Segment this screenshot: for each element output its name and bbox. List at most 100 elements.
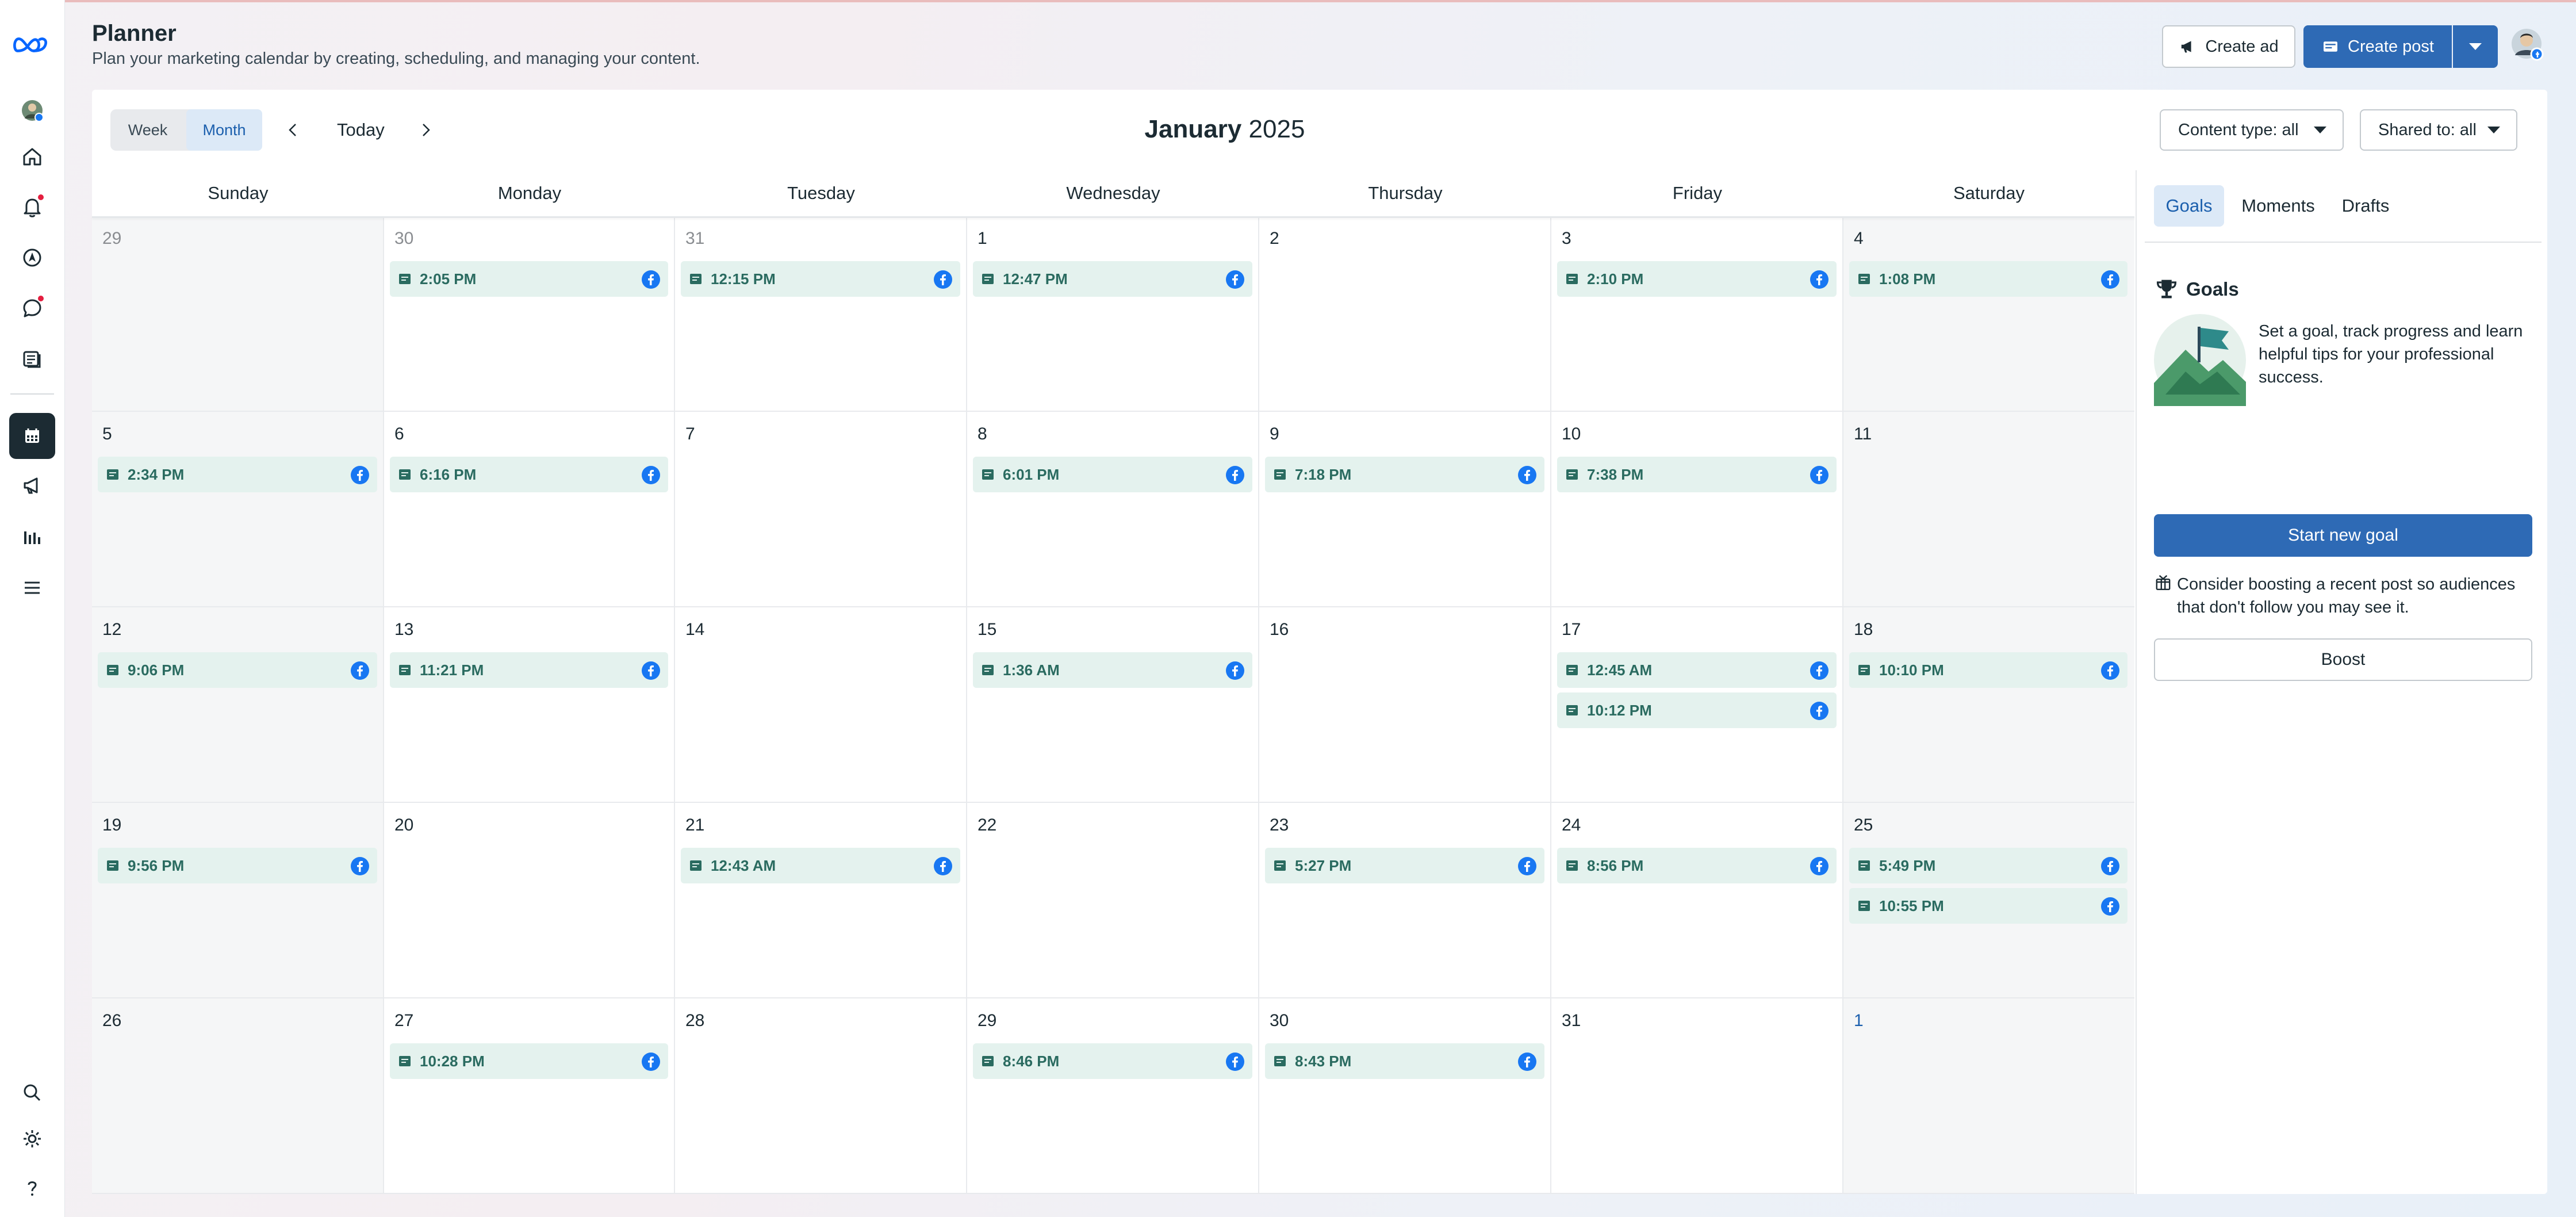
home-icon[interactable] [16, 140, 48, 173]
scheduled-post[interactable]: 5:49 PM [1849, 848, 2128, 883]
calendar-day-cell[interactable]: 31 [1551, 998, 1843, 1194]
posts-icon[interactable] [16, 343, 48, 375]
calendar-day-cell[interactable]: 23 5:27 PM [1259, 803, 1551, 998]
calendar-day-cell[interactable]: 5 2:34 PM [92, 412, 384, 607]
profile-avatar[interactable] [16, 94, 48, 127]
day-number: 16 [1270, 620, 1289, 639]
scheduled-post[interactable]: 10:10 PM [1849, 652, 2128, 688]
calendar-day-cell[interactable]: 22 [967, 803, 1259, 998]
calendar-day-cell[interactable]: 15 1:36 AM [967, 607, 1259, 803]
calendar-day-cell[interactable]: 6 6:16 PM [384, 412, 675, 607]
create-ad-button[interactable]: Create ad [2162, 25, 2295, 68]
tab-goals[interactable]: Goals [2154, 185, 2224, 227]
calendar-day-cell[interactable]: 29 8:46 PM [967, 998, 1259, 1194]
scheduled-post[interactable]: 8:43 PM [1265, 1043, 1544, 1079]
scheduled-post[interactable]: 6:01 PM [973, 457, 1252, 492]
next-month-button[interactable] [411, 115, 440, 145]
scheduled-post[interactable]: 7:38 PM [1557, 457, 1837, 492]
calendar-day-cell[interactable]: 26 [92, 998, 384, 1194]
scheduled-post[interactable]: 10:28 PM [390, 1043, 668, 1079]
calendar-day-cell[interactable]: 12 9:06 PM [92, 607, 384, 803]
help-icon[interactable] [16, 1172, 48, 1204]
post-icon [107, 469, 118, 480]
calendar-day-cell[interactable]: 21 12:43 AM [675, 803, 967, 998]
calendar-day-cell[interactable]: 16 [1259, 607, 1551, 803]
insights-icon[interactable] [16, 521, 48, 553]
start-new-goal-button[interactable]: Start new goal [2154, 514, 2532, 557]
calendar-day-cell[interactable]: 11 [1843, 412, 2134, 607]
calendar-day-cell[interactable]: 7 [675, 412, 967, 607]
calendar-day-cell[interactable]: 14 [675, 607, 967, 803]
facebook-icon [934, 270, 952, 289]
day-number: 17 [1562, 620, 1581, 639]
calendar-day-cell[interactable]: 20 [384, 803, 675, 998]
calendar-day-cell[interactable]: 13 11:21 PM [384, 607, 675, 803]
calendar-day-cell[interactable]: 10 7:38 PM [1551, 412, 1843, 607]
scheduled-post[interactable]: 7:18 PM [1265, 457, 1544, 492]
meta-logo-icon[interactable] [10, 28, 54, 62]
month-view-button[interactable]: Month [186, 109, 262, 151]
scheduled-post[interactable]: 8:46 PM [973, 1043, 1252, 1079]
calendar-day-cell[interactable]: 2 [1259, 216, 1551, 412]
shared-to-dropdown[interactable]: Shared to: all [2360, 109, 2517, 151]
calendar-day-cell[interactable]: 17 12:45 AM 10:12 PM [1551, 607, 1843, 803]
calendar-day-cell[interactable]: 19 9:56 PM [92, 803, 384, 998]
calendar-day-cell[interactable]: 9 7:18 PM [1259, 412, 1551, 607]
create-post-button[interactable]: Create post [2303, 25, 2452, 68]
scheduled-post[interactable]: 9:56 PM [98, 848, 377, 883]
boost-button[interactable]: Boost [2154, 638, 2532, 681]
previous-month-button[interactable] [278, 115, 308, 145]
calendar-icon[interactable] [9, 413, 55, 459]
calendar-day-cell[interactable]: 31 12:15 PM [675, 216, 967, 412]
scheduled-post[interactable]: 11:21 PM [390, 652, 668, 688]
calendar-day-cell[interactable]: 3 2:10 PM [1551, 216, 1843, 412]
calendar-day-cell[interactable]: 27 10:28 PM [384, 998, 675, 1194]
scheduled-post[interactable]: 1:08 PM [1849, 261, 2128, 297]
bell-icon[interactable] [16, 191, 48, 223]
calendar-day-cell[interactable]: 25 5:49 PM 10:55 PM [1843, 803, 2134, 998]
calendar-day-cell[interactable]: 29 [92, 216, 384, 412]
scheduled-post[interactable]: 2:34 PM [98, 457, 377, 492]
content-type-dropdown[interactable]: Content type: all [2160, 109, 2344, 151]
scheduled-post[interactable]: 6:16 PM [390, 457, 668, 492]
create-post-dropdown-button[interactable] [2453, 25, 2498, 68]
menu-icon[interactable] [16, 572, 48, 604]
facebook-icon [1810, 270, 1828, 289]
post-icon [1566, 469, 1578, 480]
scheduled-post[interactable]: 10:55 PM [1849, 888, 2128, 924]
gear-icon[interactable] [16, 1123, 48, 1155]
facebook-icon [351, 661, 369, 680]
calendar-day-cell[interactable]: 24 8:56 PM [1551, 803, 1843, 998]
compass-icon[interactable] [16, 242, 48, 274]
calendar-day-cell[interactable]: 4 1:08 PM [1843, 216, 2134, 412]
calendar-day-cell[interactable]: 30 2:05 PM [384, 216, 675, 412]
scheduled-post[interactable]: 5:27 PM [1265, 848, 1544, 883]
page-title: Planner [92, 21, 177, 46]
calendar-day-cell[interactable]: 8 6:01 PM [967, 412, 1259, 607]
scheduled-post[interactable]: 1:36 AM [973, 652, 1252, 688]
today-button[interactable]: Today [337, 120, 385, 140]
scheduled-post[interactable]: 12:45 AM [1557, 652, 1837, 688]
megaphone-icon[interactable] [16, 469, 48, 502]
calendar-day-cell[interactable]: 1 12:47 PM [967, 216, 1259, 412]
scheduled-post[interactable]: 12:15 PM [681, 261, 960, 297]
scheduled-post[interactable]: 8:56 PM [1557, 848, 1837, 883]
post-icon [1566, 705, 1578, 715]
account-avatar[interactable] [2510, 26, 2545, 67]
week-view-button[interactable]: Week [110, 109, 185, 151]
scheduled-post[interactable]: 9:06 PM [98, 652, 377, 688]
tab-drafts[interactable]: Drafts [2330, 185, 2401, 227]
scheduled-post[interactable]: 12:43 AM [681, 848, 960, 883]
tab-moments[interactable]: Moments [2233, 185, 2323, 227]
calendar-day-cell[interactable]: 30 8:43 PM [1259, 998, 1551, 1194]
scheduled-post[interactable]: 12:47 PM [973, 261, 1252, 297]
search-icon[interactable] [16, 1077, 48, 1109]
chat-icon[interactable] [16, 292, 48, 324]
scheduled-post[interactable]: 2:10 PM [1557, 261, 1837, 297]
trophy-icon [2156, 280, 2177, 298]
scheduled-post[interactable]: 2:05 PM [390, 261, 668, 297]
calendar-day-cell[interactable]: 1 [1843, 998, 2134, 1194]
scheduled-post[interactable]: 10:12 PM [1557, 692, 1837, 728]
calendar-day-cell[interactable]: 28 [675, 998, 967, 1194]
calendar-day-cell[interactable]: 18 10:10 PM [1843, 607, 2134, 803]
